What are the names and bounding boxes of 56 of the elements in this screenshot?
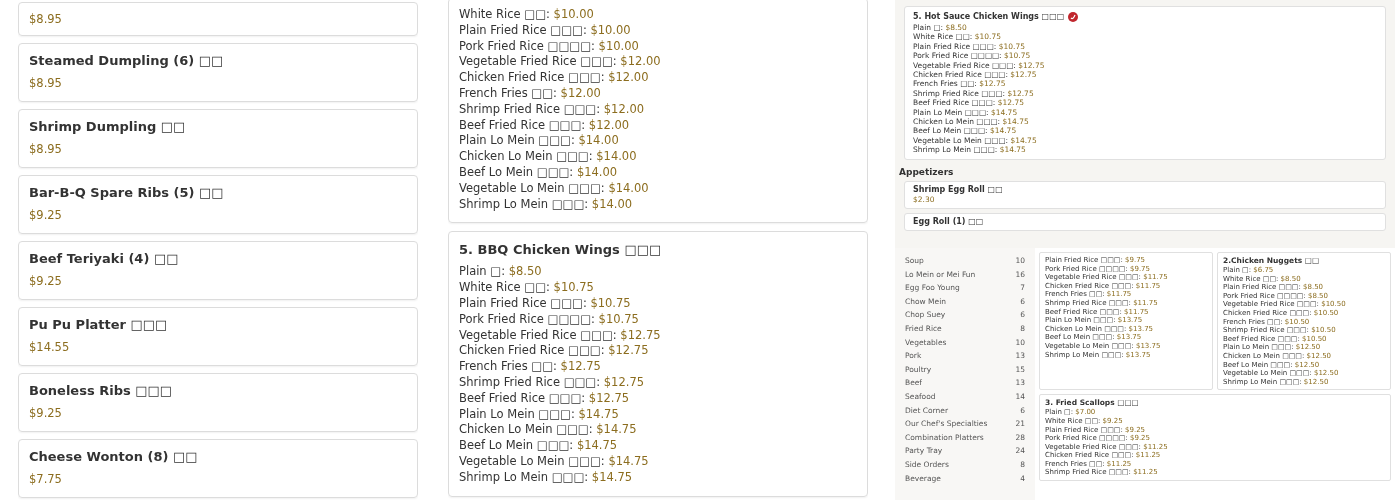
price-option: Beef Lo Mein □□□: $14.75	[459, 438, 857, 454]
menu-item-card[interactable]: Steamed Dumpling (6) □□ $8.95	[18, 43, 418, 102]
price-option: Plain Fried Rice □□□: $10.00	[459, 22, 857, 39]
price-option: Shrimp Fried Rice □□□: $12.75	[459, 374, 857, 391]
price-option: White Rice □□: $10.75	[459, 280, 857, 296]
item-name: Boneless Ribs □□□	[29, 382, 174, 400]
menu-item-card[interactable]: Bar-B-Q Spare Ribs (5) □□ $9.25	[18, 175, 418, 234]
price-option: Vegetable Fried Rice □□□: $12.75	[459, 327, 857, 344]
item-price: $7.75	[29, 471, 63, 487]
price-option: Chicken Lo Mein □□□: $14.00	[459, 149, 857, 165]
section-heading: Appetizers	[899, 165, 955, 178]
price-option: Shrimp Lo Mein □□□: $14.00	[459, 196, 857, 213]
price-option: Chicken Fried Rice □□□: $12.75	[459, 343, 857, 360]
price-option: French Fries □□: $12.00	[459, 86, 857, 102]
price-option: Beef Lo Mein □□□: $14.00	[459, 164, 857, 181]
price-option: Plain Lo Mein □□□: $14.00	[459, 133, 857, 150]
price-option: Plain □: $8.50	[459, 264, 857, 281]
item-name: Beef Teriyaki (4) □□	[29, 250, 180, 268]
price-option: Chicken Lo Mein □□□: $14.75	[459, 422, 857, 439]
item-name: Pu Pu Platter □□□	[29, 316, 169, 334]
item-price: $9.25	[29, 405, 63, 421]
item-name: Cheese Wonton (8) □□	[29, 448, 199, 466]
item-price: $8.95	[29, 75, 63, 91]
item-name: Shrimp Dumpling □□	[29, 118, 187, 136]
price-option: Pork Fried Rice □□□□: $10.75	[459, 311, 857, 328]
price-option: White Rice □□: $10.00	[459, 7, 857, 23]
menu-item-card[interactable]: Beef Teriyaki (4) □□ $9.25	[18, 241, 418, 300]
price-option: Beef Fried Rice □□□: $12.00	[459, 117, 857, 134]
item-name: 5. Hot Sauce Chicken Wings □□□	[913, 11, 1065, 22]
menu-item-card[interactable]: Pu Pu Platter □□□ $14.55	[18, 307, 418, 366]
item-name: Shrimp Egg Roll □□	[913, 184, 1004, 195]
item-name: Steamed Dumpling (6) □□	[29, 52, 225, 70]
price-option: Shrimp Lo Mein □□□: $14.75	[459, 469, 857, 486]
menu-item-card[interactable]: Boneless Ribs □□□ $9.25	[18, 373, 418, 432]
price-option: Pork Fried Rice □□□□: $10.00	[459, 38, 857, 55]
price-option: Vegetable Fried Rice □□□: $12.00	[459, 54, 857, 71]
price-option: Plain Fried Rice □□□: $10.75	[459, 295, 857, 312]
item-price: $9.25	[29, 273, 63, 289]
price-option: Vegetable Lo Mein □□□: $14.75	[459, 453, 857, 470]
item-name: Egg Roll (1) □□	[913, 216, 985, 227]
menu-item-card[interactable]: Cheese Wonton (8) □□ $7.75	[18, 439, 418, 498]
item-price: $9.25	[29, 207, 63, 223]
item-name: 5. BBQ Chicken Wings □□□	[459, 241, 662, 260]
price-option: Beef Fried Rice □□□: $12.75	[459, 390, 857, 407]
price-option: Plain Lo Mein □□□: $14.75	[459, 406, 857, 423]
item-price: $8.95	[29, 141, 63, 157]
menu-item-card[interactable]: Shrimp Dumpling □□ $8.95	[18, 109, 418, 168]
item-name: Bar-B-Q Spare Ribs (5) □□	[29, 184, 225, 202]
menu-item-card[interactable]: $8.95	[18, 2, 418, 36]
item-price: $8.95	[29, 11, 63, 27]
menu-item-card[interactable]: Egg Roll (1) □□	[904, 212, 1386, 231]
price-option: Shrimp Fried Rice □□□: $12.00	[459, 101, 857, 118]
price-option: Vegetable Lo Mein □□□: $14.00	[459, 180, 857, 197]
price-option: French Fries □□: $12.75	[459, 359, 857, 375]
price-option: Chicken Fried Rice □□□: $12.00	[459, 70, 857, 86]
item-price: $14.55	[29, 339, 71, 355]
